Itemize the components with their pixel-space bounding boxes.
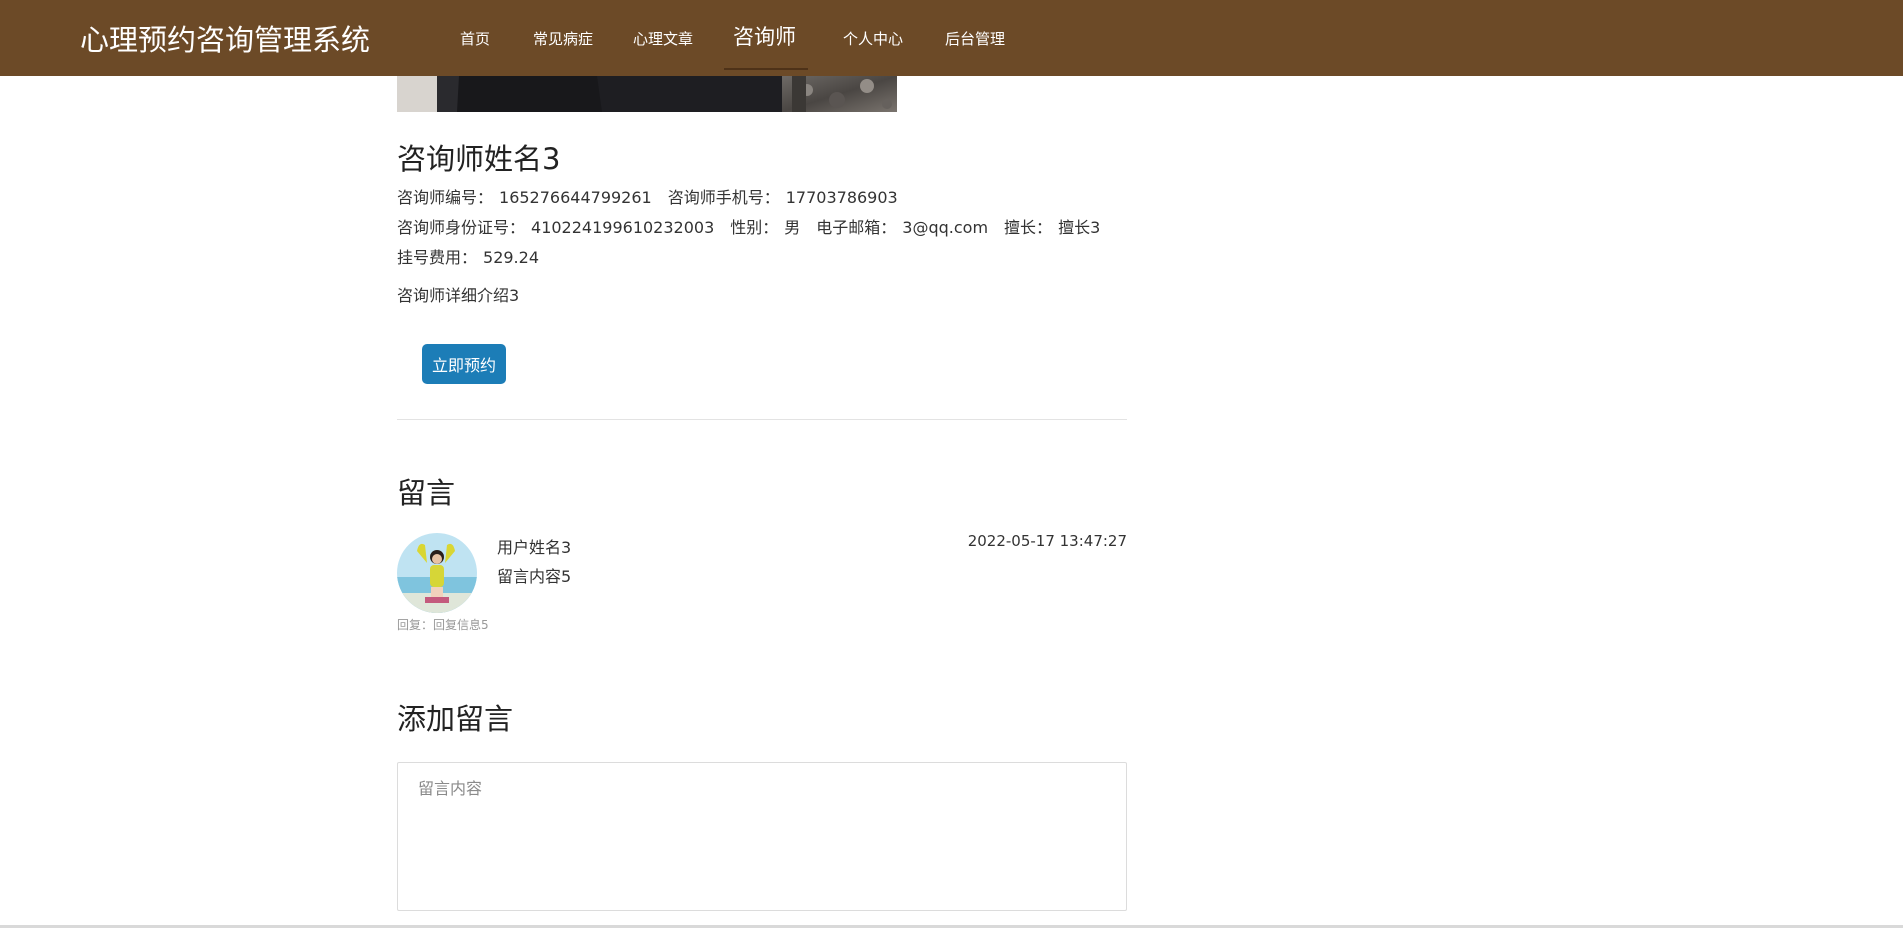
counselor-info-row-3: 挂号费用： 529.24 <box>397 244 539 268</box>
site-brand[interactable]: 心理预约咨询管理系统 <box>80 17 370 59</box>
comment-content: 留言内容5 <box>497 567 572 586</box>
active-nav-underline <box>724 68 808 70</box>
counselor-phone-value: 17703786903 <box>785 188 898 207</box>
counselor-id-label: 咨询师编号： <box>397 188 494 207</box>
counselor-photo <box>397 76 897 112</box>
nav-item-articles[interactable]: 心理文章 <box>633 28 693 49</box>
nav-item-profile[interactable]: 个人中心 <box>843 28 903 49</box>
counselor-idcard-value: 410224199610232003 <box>531 218 715 237</box>
nav-item-admin[interactable]: 后台管理 <box>945 28 1005 49</box>
section-divider <box>397 419 1127 420</box>
counselor-phone-label: 咨询师手机号： <box>667 188 780 207</box>
counselor-specialty-label: 擅长： <box>1004 218 1053 237</box>
counselor-gender-label: 性别： <box>730 218 779 237</box>
counselor-info-row-1: 咨询师编号： 165276644799261 咨询师手机号： 17703786903 <box>397 184 898 208</box>
nav-item-diseases[interactable]: 常见病症 <box>533 28 593 49</box>
comment-reply: 回复：回复信息5 <box>397 618 489 632</box>
add-message-title: 添加留言 <box>397 702 514 736</box>
counselor-idcard-label: 咨询师身份证号： <box>397 218 526 237</box>
counselor-fee-label: 挂号费用： <box>397 248 478 267</box>
counselor-email-value: 3@qq.com <box>902 218 989 237</box>
counselor-fee-value: 529.24 <box>483 248 539 267</box>
counselor-intro: 咨询师详细介绍3 <box>397 286 520 305</box>
book-now-button[interactable]: 立即预约 <box>422 344 506 384</box>
user-avatar <box>397 533 477 613</box>
nav-item-home[interactable]: 首页 <box>460 28 490 49</box>
counselor-specialty-value: 擅长3 <box>1058 218 1101 237</box>
counselor-email-label: 电子邮箱： <box>816 218 897 237</box>
counselor-info-row-2: 咨询师身份证号： 410224199610232003 性别： 男电子邮箱： 3@qq.… <box>397 214 1100 238</box>
top-navbar: 心理预约咨询管理系统 首页 常见病症 心理文章 咨询师 个人中心 后台管理 <box>0 0 1903 76</box>
comment-timestamp: 2022-05-17 13:47:27 <box>967 532 1127 550</box>
counselor-name: 咨询师姓名3 <box>397 142 561 176</box>
counselor-gender-value: 男 <box>784 218 801 237</box>
message-content-input[interactable] <box>397 762 1127 911</box>
counselor-id-value: 165276644799261 <box>499 188 652 207</box>
comment-user-name: 用户姓名3 <box>497 538 572 557</box>
messages-title: 留言 <box>397 476 456 510</box>
nav-item-counselors[interactable]: 咨询师 <box>733 21 796 51</box>
